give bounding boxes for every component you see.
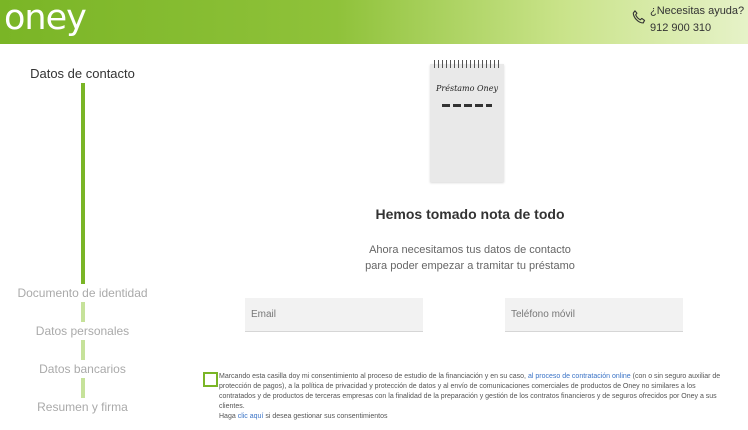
manage-prefix: Haga (219, 413, 238, 420)
phone-placeholder: Teléfono móvil (511, 309, 575, 320)
oney-logo[interactable]: oney (4, 0, 87, 38)
page-title: Hemos tomado nota de todo (375, 206, 565, 222)
stepper-line-done (81, 80, 85, 298)
notepad-title: Préstamo Oney (436, 84, 498, 93)
phone-field[interactable]: Teléfono móvil (505, 298, 683, 332)
progress-stepper: Datos de contacto Documento de identidad… (0, 44, 165, 430)
notepad-illustration: Préstamo Oney (430, 60, 504, 182)
header-bar: oney ¿Necesitas ayuda? 912 900 310 (0, 0, 748, 44)
step-datos-bancarios: Datos bancarios (0, 360, 165, 378)
phone-icon (632, 10, 646, 24)
help-question: ¿Necesitas ayuda? (650, 5, 745, 17)
email-placeholder: Email (251, 309, 277, 320)
consent-text-before: Marcando esta casilla doy mi consentimie… (219, 373, 528, 380)
step-documento-identidad: Documento de identidad (0, 284, 165, 302)
step-datos-contacto: Datos de contacto (0, 64, 165, 83)
step-resumen-firma: Resumen y firma (0, 398, 165, 416)
subtitle-line-1: Ahora necesitamos tus datos de contacto (369, 244, 571, 256)
consent-text: Marcando esta casilla doy mi consentimie… (219, 372, 734, 412)
notepad-spiral (434, 60, 500, 68)
email-field[interactable]: Email (245, 298, 423, 332)
manage-suffix: si desea gestionar sus consentimientos (263, 413, 388, 420)
step-datos-personales: Datos personales (0, 322, 165, 340)
subtitle-line-2: para poder empezar a tramitar tu préstam… (365, 260, 575, 272)
manage-consents: Haga clic aquí si desea gestionar sus co… (219, 413, 388, 420)
stepper-line-pending (81, 298, 85, 412)
contract-process-link[interactable]: al proceso de contratación online (528, 373, 631, 380)
notepad-scribble (442, 104, 492, 107)
page-subtitle: Ahora necesitamos tus datos de contacto … (300, 242, 640, 274)
manage-consents-link[interactable]: clic aquí (238, 413, 264, 420)
consent-checkbox[interactable] (203, 372, 218, 387)
help-phone-number[interactable]: 912 900 310 (650, 22, 711, 34)
